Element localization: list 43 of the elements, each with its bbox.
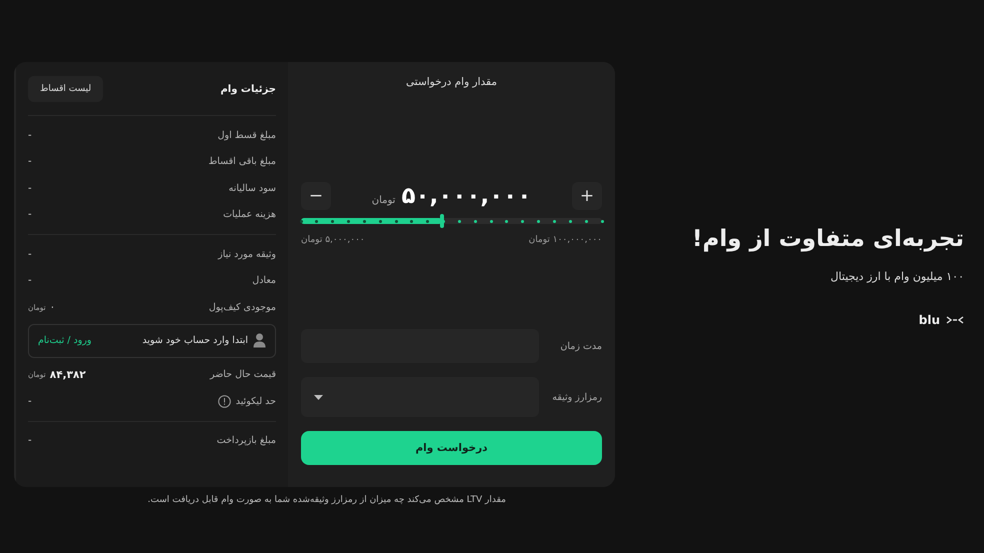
- caret-icon: [314, 394, 323, 400]
- detail-label: حد لیکوئید: [236, 396, 276, 407]
- detail-value: -: [28, 156, 32, 168]
- amount-unit: تومان: [372, 195, 396, 206]
- logo-text: blu: [918, 313, 940, 327]
- detail-value: -: [28, 275, 32, 286]
- detail-label: سود سالیانه: [228, 182, 276, 194]
- login-link[interactable]: ورود / ثبت‌نام: [38, 335, 92, 346]
- detail-value: -: [28, 396, 32, 407]
- detail-label: وثیقه مورد نیاز: [218, 248, 276, 260]
- field-label: مدت زمان: [560, 340, 602, 352]
- detail-label: مبلغ باقی اقساط: [208, 156, 276, 168]
- detail-value: ۸۴,۳۸۲: [50, 368, 86, 381]
- detail-label: مبلغ قسط اول: [218, 130, 276, 141]
- detail-label: موجودی کیف‌پول: [208, 302, 276, 313]
- min-label: ۵,۰۰۰,۰۰۰ تومان: [301, 235, 365, 245]
- slider-thumb[interactable]: [440, 214, 444, 228]
- hero-subtitle: ۱۰۰ میلیون وام با ارز دیجیتال: [830, 270, 964, 283]
- submit-button[interactable]: درخواست وام: [301, 431, 602, 465]
- detail-value: ۰: [50, 302, 56, 313]
- detail-value: -: [28, 435, 32, 446]
- hero-title: تجربه‌ای متفاوت از وام!: [692, 226, 964, 252]
- max-label: ۱۰۰,۰۰۰,۰۰۰ تومان: [528, 235, 602, 245]
- detail-label: هزینه عملیات: [223, 209, 276, 220]
- detail-value: -: [28, 209, 32, 220]
- request-title: مقدار وام درخواستی: [405, 76, 498, 90]
- detail-value: -: [28, 248, 32, 260]
- loan-amount: ۵۰,۰۰۰,۰۰۰: [401, 183, 532, 209]
- detail-label: معادل: [252, 275, 276, 286]
- detail-label: مبلغ بازپرداخت: [216, 435, 276, 446]
- minus-button[interactable]: −: [301, 182, 332, 210]
- installments-button[interactable]: لیست اقساط: [28, 76, 104, 102]
- detail-label: قیمت حال حاضر: [210, 369, 276, 380]
- user-icon: [253, 333, 266, 348]
- login-message: ابتدا وارد حساب خود شوید: [142, 335, 248, 346]
- field-label: رمزارز وثیقه: [552, 392, 602, 402]
- logo-icon: [946, 316, 964, 324]
- footnote: مقدار LTV مشخص می‌کند چه میزان از رمزارز وثیقه‌شده شما به صورت وام قابل دریافت است.: [146, 495, 506, 505]
- detail-value: -: [28, 130, 32, 141]
- details-title: جزئیات وام: [220, 84, 276, 94]
- detail-value: -: [28, 182, 32, 194]
- plus-button[interactable]: +: [572, 182, 602, 210]
- select-field[interactable]: [301, 377, 539, 417]
